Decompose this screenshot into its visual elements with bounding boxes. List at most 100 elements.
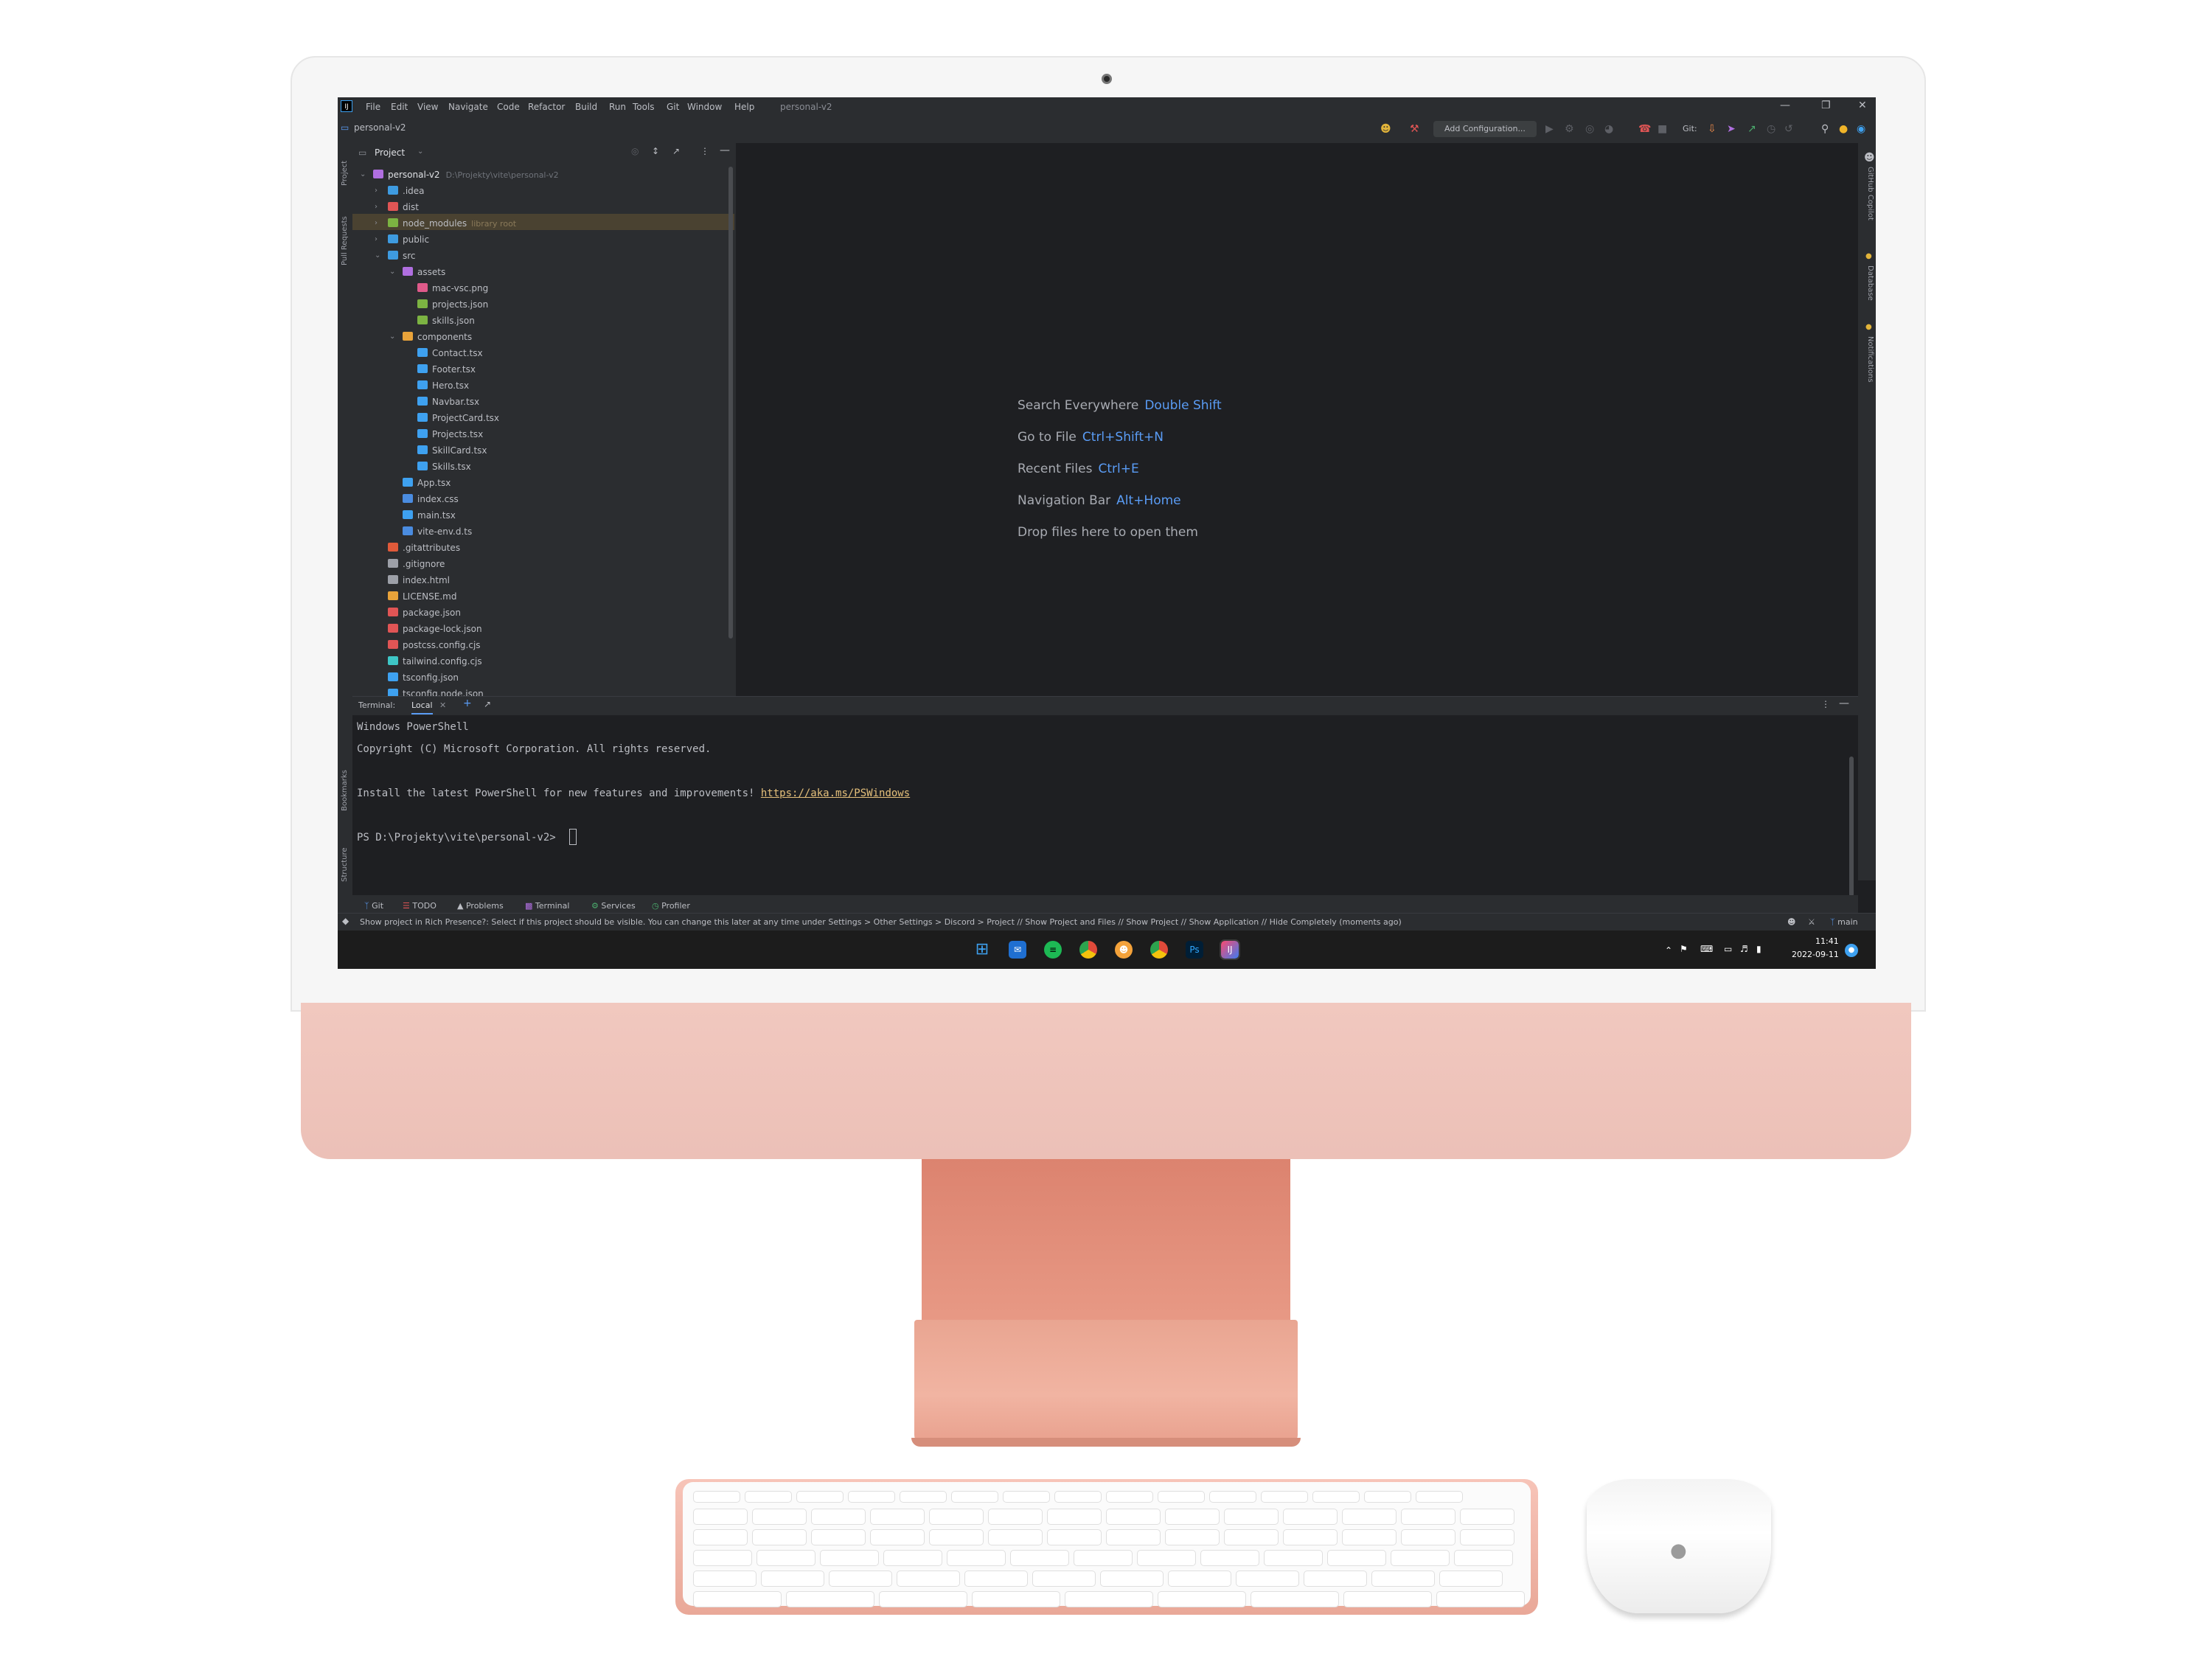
menu-view[interactable]: View (417, 102, 438, 112)
menu-help[interactable]: Help (734, 102, 754, 112)
tree-item[interactable]: Skills.tsx (417, 459, 471, 475)
copilot-tool-button[interactable]: GitHub Copilot (1866, 167, 1874, 220)
menu-window[interactable]: Window (687, 102, 722, 112)
new-tab-icon[interactable]: + (463, 698, 472, 709)
tree-item[interactable]: App.tsx (403, 475, 451, 491)
battery-icon[interactable]: ▮ (1756, 944, 1761, 954)
terminal-options-icon[interactable]: ⋮ (1821, 699, 1830, 709)
menu-edit[interactable]: Edit (391, 102, 408, 112)
copilot-status-icon[interactable]: ☻ (1787, 917, 1795, 927)
stop-icon[interactable]: ■ (1658, 122, 1667, 136)
clock-time[interactable]: 11:41 (1815, 936, 1839, 946)
chevron-down-icon[interactable]: ⌄ (389, 333, 395, 341)
status-message[interactable]: Show project in Rich Presence?: Select i… (360, 917, 1402, 927)
tool-window-terminal[interactable]: ▩ Terminal (525, 901, 569, 911)
tree-item[interactable]: skills.json (417, 313, 475, 329)
bookmarks-tool-button[interactable]: Bookmarks (341, 770, 349, 811)
tree-item[interactable]: dist (388, 199, 419, 215)
notifications-tool-button[interactable]: Notifications (1866, 336, 1874, 383)
close-icon[interactable]: ✕ (1858, 100, 1867, 111)
tree-item[interactable]: SkillCard.tsx (417, 442, 487, 459)
menu-code[interactable]: Code (497, 102, 520, 112)
menu-file[interactable]: File (366, 102, 380, 112)
restore-icon[interactable]: ❐ (1821, 100, 1831, 111)
project-scrollbar[interactable] (728, 167, 733, 639)
tree-item[interactable]: components (403, 329, 472, 345)
terminal-hide-icon[interactable]: — (1839, 698, 1849, 709)
volume-icon[interactable]: ♬ (1740, 944, 1748, 954)
tool-window-profiler[interactable]: ◷ Profiler (652, 901, 690, 911)
windows-start-icon[interactable]: ⊞ (973, 941, 991, 959)
chevron-right-icon[interactable]: › (375, 235, 378, 243)
tree-item[interactable]: personal-v2 D:\Projekty\vite\personal-v2 (373, 167, 559, 183)
chevron-down-icon[interactable]: ⌄ (375, 251, 380, 260)
tree-item[interactable]: LICENSE.md (388, 588, 456, 605)
terminal-tab-local[interactable]: Local (411, 700, 433, 714)
project-tool-button[interactable]: Project (341, 161, 349, 186)
history-icon[interactable]: ◷ (1767, 122, 1775, 136)
keyboard-tray-icon[interactable]: ⌨ (1700, 944, 1713, 954)
chevron-right-icon[interactable]: › (375, 187, 378, 195)
terminal-dropdown-icon[interactable]: ↗ (484, 699, 491, 709)
database-tool-button[interactable]: Database (1866, 265, 1874, 301)
chevron-up-icon[interactable]: ⌃ (1665, 945, 1672, 956)
chevron-down-icon[interactable]: ⌄ (389, 268, 395, 276)
collapse-all-icon[interactable]: ↗ (672, 146, 680, 156)
tray-app-icon[interactable]: ⚑ (1680, 944, 1688, 954)
intellij-logo-icon[interactable]: IJ (341, 100, 352, 112)
tree-item[interactable]: Contact.tsx (417, 345, 483, 361)
tree-item[interactable]: package.json (388, 605, 461, 621)
chevron-down-icon[interactable]: ⌄ (360, 170, 366, 178)
terminal-link[interactable]: https://aka.ms/PSWindows (761, 787, 910, 799)
tree-item[interactable]: package-lock.json (388, 621, 482, 637)
mail-icon[interactable]: ✉ (1009, 941, 1026, 959)
profile-icon[interactable]: ◕ (1604, 122, 1613, 136)
tree-item[interactable]: main.tsx (403, 507, 456, 524)
run-icon[interactable]: ▶ (1545, 122, 1554, 136)
chrome-icon[interactable] (1150, 941, 1168, 959)
tree-item[interactable]: Footer.tsx (417, 361, 476, 378)
build-hammer-icon[interactable]: ⚒ (1410, 122, 1419, 136)
breadcrumb[interactable]: personal-v2 (354, 122, 406, 133)
updates-icon[interactable]: ● (1839, 122, 1848, 136)
spotify-icon[interactable]: ≡ (1044, 941, 1062, 959)
menu-tools[interactable]: Tools (633, 102, 655, 112)
hide-panel-icon[interactable]: — (720, 145, 730, 156)
git-update-icon[interactable]: ⇩ (1708, 122, 1717, 136)
structure-tool-button[interactable]: Structure (341, 847, 349, 882)
display-icon[interactable]: ▭ (1724, 944, 1732, 954)
intellij-icon[interactable]: IJ (1220, 939, 1240, 960)
chevron-down-icon[interactable]: ⌄ (417, 147, 423, 156)
chrome-icon[interactable] (1079, 941, 1097, 959)
tree-item[interactable]: index.css (403, 491, 459, 507)
notification-center-icon[interactable]: ● (1845, 944, 1858, 957)
menu-build[interactable]: Build (575, 102, 597, 112)
tree-item[interactable]: .gitignore (388, 556, 445, 572)
tree-item[interactable]: .gitattributes (388, 540, 460, 556)
code-with-me-icon[interactable]: ☻ (1380, 122, 1391, 136)
locate-icon[interactable]: ◎ (631, 146, 639, 156)
tool-window-problems[interactable]: ▲ Problems (457, 901, 504, 911)
tree-item[interactable]: tailwind.config.cjs (388, 653, 482, 669)
clock-date[interactable]: 2022-09-11 (1792, 950, 1839, 959)
rollback-icon[interactable]: ↺ (1784, 122, 1793, 136)
terminal-body[interactable] (352, 715, 1858, 895)
tree-item[interactable]: tsconfig.json (388, 669, 459, 686)
layers-icon[interactable]: ◆ (342, 916, 349, 926)
tool-window-git[interactable]: ᛉ Git (364, 901, 383, 911)
project-panel-title[interactable]: Project (375, 147, 405, 158)
close-tab-icon[interactable]: ✕ (439, 700, 446, 710)
tree-item[interactable]: public (388, 232, 429, 248)
search-icon[interactable]: ⚲ (1821, 122, 1829, 136)
tree-item[interactable]: src (388, 248, 416, 264)
expand-all-icon[interactable]: ↕ (652, 146, 659, 156)
git-commit-icon[interactable]: ➤ (1727, 122, 1736, 136)
debug-icon[interactable]: ⚙ (1565, 122, 1574, 136)
tool-window-services[interactable]: ⚙ Services (591, 901, 636, 911)
tree-item[interactable]: ProjectCard.tsx (417, 410, 499, 426)
tree-item[interactable]: Hero.tsx (417, 378, 469, 394)
coverage-icon[interactable]: ◎ (1585, 122, 1594, 136)
chevron-right-icon[interactable]: › (375, 219, 378, 227)
copilot-icon[interactable]: ☻ (1864, 152, 1875, 164)
menu-git[interactable]: Git (667, 102, 679, 112)
